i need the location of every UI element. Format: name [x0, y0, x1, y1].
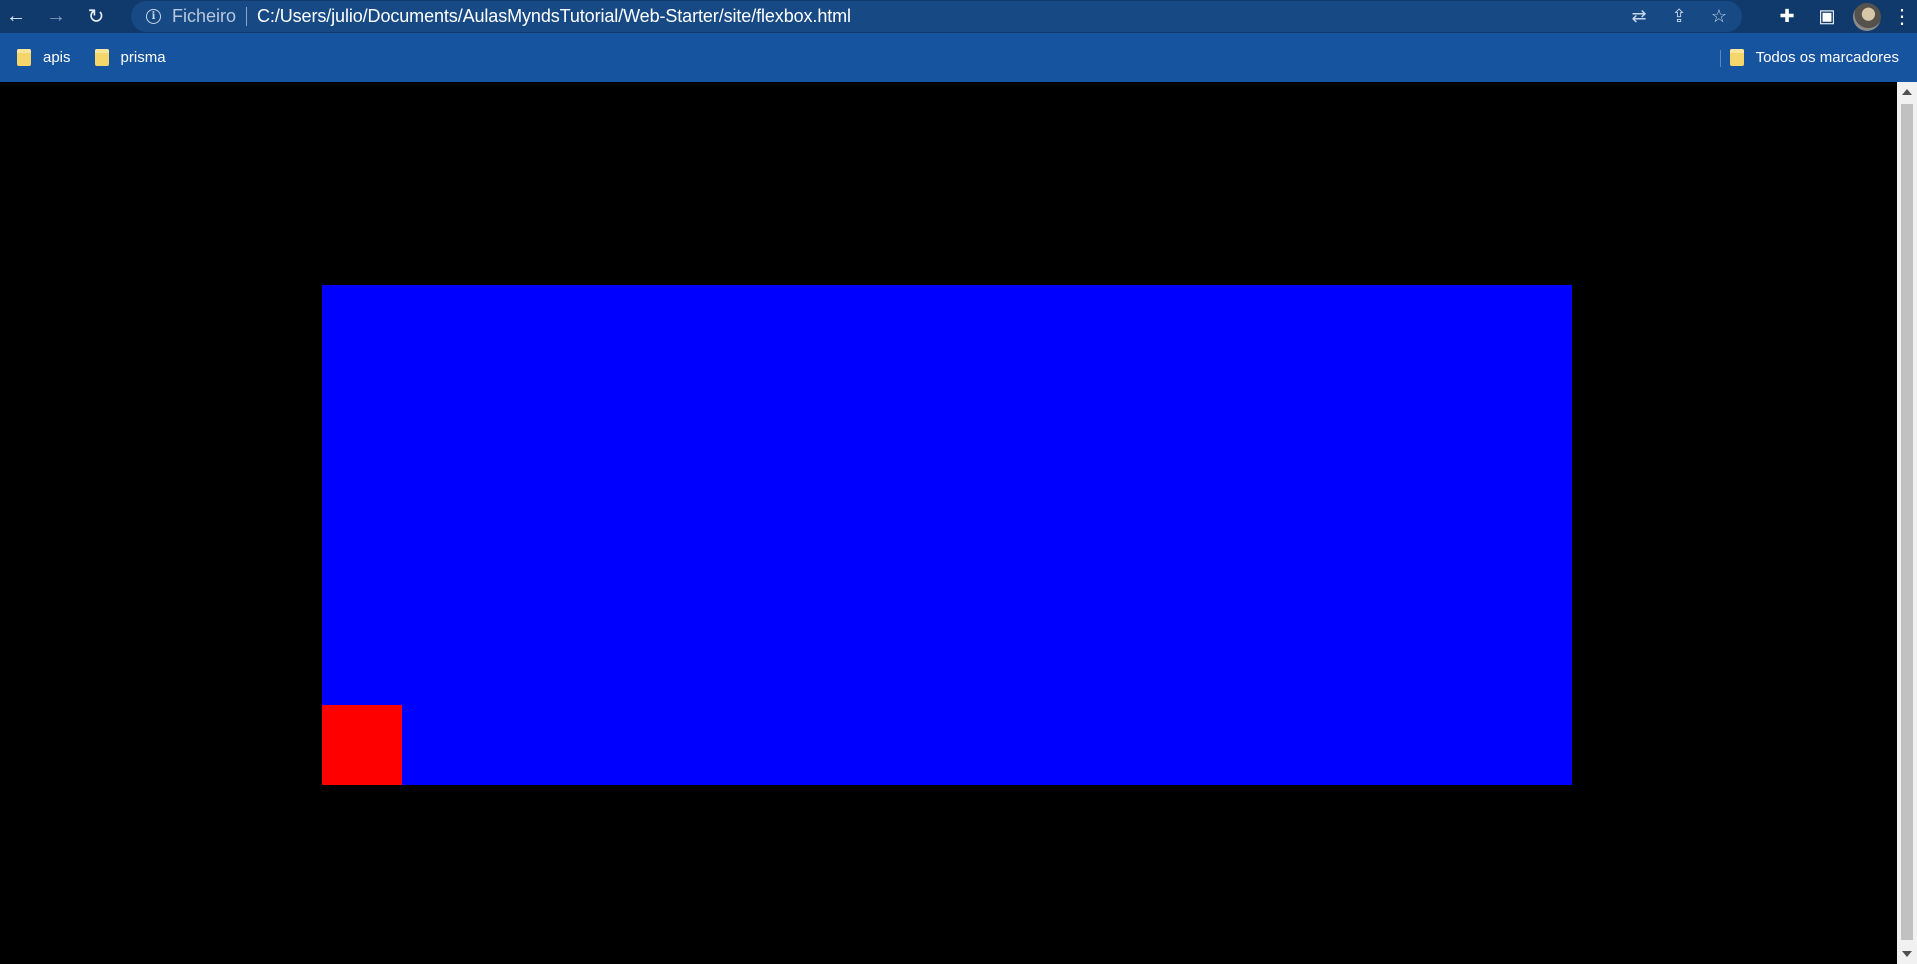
reload-icon: ↻ — [87, 6, 105, 28]
folder-icon — [17, 49, 31, 66]
scroll-up-icon[interactable] — [1902, 89, 1912, 95]
toolbar-right: ✚ ▣ ⋮ — [1767, 0, 1917, 33]
share-icon[interactable]: ⇪ — [1668, 6, 1690, 27]
flex-container — [322, 285, 1572, 785]
omnibox-actions: ⇄ ⇪ ☆ — [1628, 1, 1730, 32]
all-bookmarks-label: Todos os marcadores — [1755, 49, 1899, 66]
browser-toolbar: ← → ↻ i Ficheiro C:/Users/julio/Document… — [0, 0, 1917, 33]
page-viewport — [0, 82, 1897, 964]
address-separator — [246, 7, 248, 26]
flex-item — [322, 705, 402, 785]
bookmarks-bar: apis prisma Todos os marcadores — [0, 33, 1917, 82]
bookmarks-separator — [1720, 50, 1721, 67]
folder-icon — [94, 49, 109, 66]
scroll-thumb[interactable] — [1901, 104, 1913, 940]
back-button[interactable]: ← — [0, 1, 32, 33]
translate-icon[interactable]: ⇄ — [1628, 6, 1650, 27]
star-icon[interactable]: ☆ — [1708, 6, 1730, 27]
extensions-icon: ✚ — [1779, 6, 1795, 26]
all-bookmarks-button[interactable]: Todos os marcadores — [1729, 33, 1899, 82]
scheme-label: Ficheiro — [172, 6, 237, 26]
scroll-down-icon[interactable] — [1902, 951, 1912, 957]
address-bar[interactable]: i Ficheiro C:/Users/julio/Documents/Aula… — [131, 1, 1742, 32]
bookmark-label: apis — [43, 49, 71, 66]
bookmark-label: prisma — [120, 49, 166, 66]
arrow-right-icon: → — [46, 5, 66, 27]
avatar[interactable] — [1853, 2, 1881, 31]
arrow-left-icon: ← — [6, 5, 26, 27]
folder-icon — [1729, 49, 1744, 66]
side-panel-button[interactable]: ▣ — [1807, 0, 1847, 33]
bookmark-apis[interactable]: apis — [17, 49, 71, 66]
menu-icon: ⋮ — [1892, 6, 1912, 28]
forward-button[interactable]: → — [40, 1, 72, 33]
side-panel-icon: ▣ — [1818, 6, 1836, 26]
bookmark-prisma[interactable]: prisma — [94, 49, 166, 66]
info-icon[interactable]: i — [146, 9, 161, 24]
menu-button[interactable]: ⋮ — [1887, 4, 1917, 29]
scrollbar[interactable] — [1897, 82, 1917, 964]
extensions-button[interactable]: ✚ — [1767, 0, 1807, 33]
url-text[interactable]: C:/Users/julio/Documents/AulasMyndsTutor… — [257, 6, 851, 27]
reload-button[interactable]: ↻ — [80, 1, 112, 33]
